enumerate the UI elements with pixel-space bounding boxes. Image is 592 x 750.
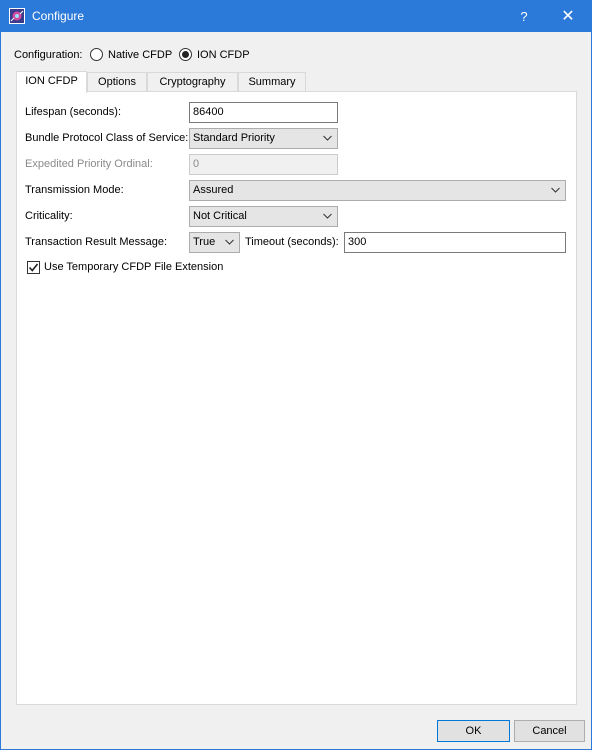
transaction-result-label: Transaction Result Message: xyxy=(25,236,168,248)
transaction-result-value: True xyxy=(193,236,216,248)
window-title: Configure xyxy=(32,9,85,23)
transmission-mode-label: Transmission Mode: xyxy=(25,184,124,196)
close-button[interactable]: ✕ xyxy=(545,1,591,32)
native-cfdp-label[interactable]: Native CFDP xyxy=(108,49,172,61)
expedited-label: Expedited Priority Ordinal: xyxy=(25,158,153,170)
title-bar[interactable]: Configure ? ✕ xyxy=(1,1,591,32)
transaction-result-select[interactable]: True xyxy=(189,232,240,253)
tab-cryptography[interactable]: Cryptography xyxy=(147,72,238,92)
ion-cfdp-label[interactable]: ION CFDP xyxy=(197,49,250,61)
ok-button[interactable]: OK xyxy=(437,720,510,742)
expedited-input: 0 xyxy=(189,154,338,175)
criticality-label: Criticality: xyxy=(25,210,73,222)
lifespan-label: Lifespan (seconds): xyxy=(25,106,121,118)
lifespan-input[interactable]: 86400 xyxy=(189,102,338,123)
tab-ion-cfdp[interactable]: ION CFDP xyxy=(16,71,87,93)
tab-summary[interactable]: Summary xyxy=(238,72,306,92)
native-cfdp-radio[interactable] xyxy=(90,48,103,61)
chevron-down-icon xyxy=(551,187,560,193)
checkmark-icon xyxy=(28,263,39,272)
cancel-button[interactable]: Cancel xyxy=(514,720,585,742)
ion-cfdp-panel: Lifespan (seconds): 86400 Bundle Protoco… xyxy=(16,91,577,705)
criticality-select[interactable]: Not Critical xyxy=(189,206,338,227)
criticality-value: Not Critical xyxy=(193,210,247,222)
chevron-down-icon xyxy=(225,239,234,245)
tab-options[interactable]: Options xyxy=(87,72,147,92)
configuration-label: Configuration: xyxy=(14,49,83,61)
bundle-cos-value: Standard Priority xyxy=(193,132,275,144)
transmission-mode-value: Assured xyxy=(193,184,234,196)
temp-extension-checkbox[interactable] xyxy=(27,261,40,274)
ion-cfdp-radio[interactable] xyxy=(179,48,192,61)
temp-extension-label[interactable]: Use Temporary CFDP File Extension xyxy=(44,261,223,273)
configure-dialog: Configure ? ✕ Configuration: Native CFDP… xyxy=(0,0,592,750)
chevron-down-icon xyxy=(323,135,332,141)
help-button[interactable]: ? xyxy=(501,1,547,32)
bundle-cos-select[interactable]: Standard Priority xyxy=(189,128,338,149)
transmission-mode-select[interactable]: Assured xyxy=(189,180,566,201)
bundle-cos-label: Bundle Protocol Class of Service: xyxy=(25,132,189,144)
app-icon xyxy=(9,8,25,24)
chevron-down-icon xyxy=(323,213,332,219)
timeout-input[interactable]: 300 xyxy=(344,232,566,253)
timeout-label: Timeout (seconds): xyxy=(245,236,339,248)
